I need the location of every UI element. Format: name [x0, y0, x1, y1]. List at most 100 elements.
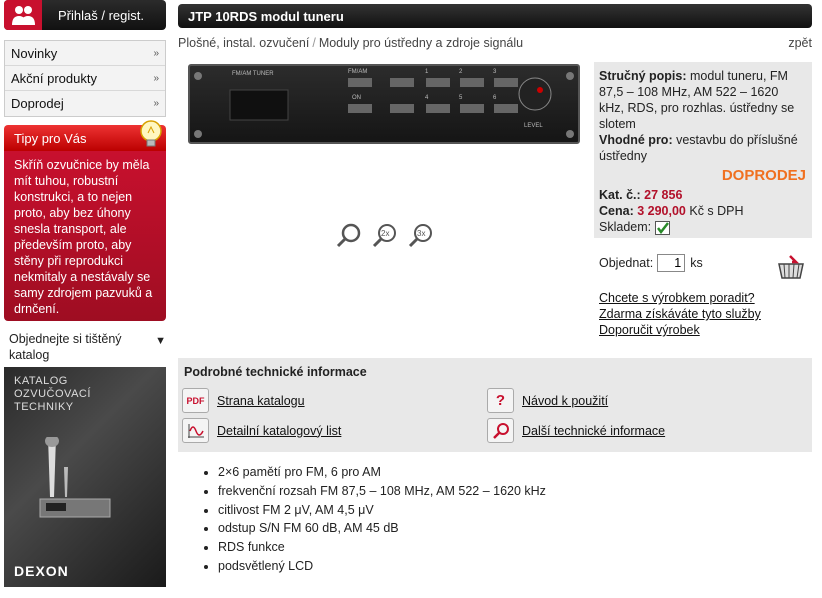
catalog-order-label: Objednejte si tištěný katalog [9, 332, 122, 362]
login-link[interactable]: Přihlaš / regist. [42, 8, 144, 23]
preset-label: 1 [425, 69, 429, 75]
double-chevron-icon: » [153, 98, 158, 109]
suitable-for-label: Vhodné pro: [599, 133, 673, 147]
stock: Skladem: [599, 219, 806, 235]
price-suffix: Kč s DPH [689, 204, 744, 218]
recommend-link[interactable]: Doporučit výrobek [599, 322, 812, 338]
product-links: Chcete s výrobkem poradit? Zdarma získáv… [594, 290, 812, 338]
short-description-label: Stručný popis: [599, 69, 687, 83]
product-detail: FM/AM TUNER FM/AM ON 1 2 3 4 5 6 LEVEL 2… [178, 62, 812, 352]
technical-info-title: Podrobné technické informace [184, 365, 367, 379]
order-label: Objednat: [599, 256, 654, 270]
product-info-panel: Stručný popis: modul tuneru, FM 87,5 – 1… [594, 62, 812, 338]
list-item: odstup S/N FM 60 dB, AM 45 dB [202, 519, 546, 538]
price: Cena: 3 290,00 Kč s DPH [599, 203, 806, 219]
magnifier-icon [487, 418, 514, 443]
technical-info-box: Podrobné technické informace PDF Strana … [178, 358, 812, 452]
breadcrumb: Plošné, instal. ozvučení / Moduly pro ústř… [178, 36, 812, 50]
price-label: Cena: [599, 204, 634, 218]
tips-title: Tipy pro Vás [14, 130, 87, 146]
list-item: RDS funkce [202, 538, 546, 557]
datasheet-link[interactable]: Detailní katalogový list [217, 424, 341, 438]
product-title: JTP 10RDS modul tuneru [178, 4, 812, 28]
microphone-receiver-graphic [39, 437, 111, 518]
more-tech-info-link[interactable]: Další technické informace [522, 424, 665, 438]
in-stock-check-icon [654, 220, 670, 235]
breadcrumb-link[interactable]: Moduly pro ústředny a zdroje signálu [319, 36, 523, 50]
waveform-icon [182, 418, 209, 443]
zoom-2x-icon[interactable]: 2x [372, 222, 398, 248]
catalog-image-line: KATALOG [14, 375, 68, 387]
tips-text: Skříň ozvučnice by měla mít tuhou, robus… [4, 151, 166, 321]
product-photo-area: FM/AM TUNER FM/AM ON 1 2 3 4 5 6 LEVEL 2… [178, 62, 598, 352]
lightbulb-icon [140, 120, 162, 147]
add-to-cart-icon[interactable] [776, 254, 806, 284]
panel-label: FM/AM TUNER [232, 71, 274, 77]
product-photo[interactable]: FM/AM TUNER FM/AM ON 1 2 3 4 5 6 LEVEL [188, 64, 580, 144]
breadcrumb-separator: / [312, 36, 316, 50]
preset-label: 6 [493, 95, 497, 101]
tips-header: Tipy pro Vás [4, 120, 166, 151]
breadcrumb-link[interactable]: Plošné, instal. ozvučení [178, 36, 309, 50]
free-services-link[interactable]: Zdarma získáváte tyto služby [599, 306, 812, 322]
zoom-2x-label: 2x [381, 229, 389, 238]
left-sidebar: Přihlaš / regist. Novinky » Akční produkt… [4, 0, 166, 587]
datasheet-row[interactable]: Detailní katalogový list [182, 418, 341, 443]
short-description: Stručný popis: modul tuneru, FM 87,5 – 1… [599, 68, 806, 132]
pdf-icon-text: PDF [186, 395, 205, 406]
double-chevron-icon: » [153, 72, 158, 84]
more-tech-info-row[interactable]: Další technické informace [487, 418, 665, 443]
users-icon [4, 0, 42, 30]
sidebar-item-doprodej[interactable]: Doprodej » [5, 91, 165, 116]
zoom-3x-icon[interactable]: 3x [408, 222, 434, 248]
quantity-input[interactable] [657, 254, 686, 272]
catalog-number-label: Kat. č.: [599, 188, 641, 202]
spec-list: 2×6 pamětí pro FM, 6 pro AM frekvenční r… [202, 463, 546, 576]
manual-link[interactable]: Návod k použití [522, 394, 608, 408]
main-content: JTP 10RDS modul tuneru Plošné, instal. o… [178, 4, 812, 352]
list-item: citlivost FM 2 μV, AM 4,5 μV [202, 501, 546, 520]
sidebar-menu: Novinky » Akční produkty » Doprodej » [4, 40, 166, 117]
catalog-image-text: KATALOG OZVUČOVACÍ TECHNIKY [14, 375, 91, 414]
zoom-icon[interactable] [336, 222, 362, 248]
fmam-label: FM/AM [348, 69, 368, 75]
preset-label: 5 [459, 95, 463, 101]
list-item: 2×6 pamětí pro FM, 6 pro AM [202, 463, 546, 482]
suitable-for: Vhodné pro: vestavbu do příslušné ústřed… [599, 132, 806, 164]
catalog-image[interactable]: KATALOG OZVUČOVACÍ TECHNIKY DEXON [4, 367, 166, 587]
preset-label: 2 [459, 69, 463, 75]
help-icon-text: ? [495, 392, 506, 409]
catalog-number: Kat. č.: 27 856 [599, 187, 806, 203]
level-label: LEVEL [524, 123, 543, 129]
preset-label: 4 [425, 95, 429, 101]
double-chevron-icon: » [153, 47, 158, 59]
on-label: ON [352, 95, 361, 101]
zoom-3x-label: 3x [417, 229, 425, 238]
catalog-page-row[interactable]: PDF Strana katalogu [182, 388, 305, 413]
sidebar-item-novinky[interactable]: Novinky » [5, 41, 165, 66]
list-item: frekvenční rozsah FM 87,5 – 108 MHz, AM … [202, 482, 546, 501]
advice-link[interactable]: Chcete s výrobkem poradit? [599, 290, 812, 306]
sidebar-item-label: Doprodej [11, 96, 64, 111]
manual-row[interactable]: ? Návod k použití [487, 388, 608, 413]
catalog-page-link[interactable]: Strana katalogu [217, 394, 305, 408]
catalog-number-value: 27 856 [644, 188, 683, 202]
catalog-image-line: OZVUČOVACÍ [14, 388, 91, 400]
list-item: podsvětlený LCD [202, 557, 546, 576]
pdf-icon: PDF [182, 388, 209, 413]
help-icon: ? [487, 388, 514, 413]
dexon-logo: DEXON [14, 563, 69, 579]
triangle-down-icon: ▼ [155, 335, 166, 347]
product-summary: Stručný popis: modul tuneru, FM 87,5 – 1… [594, 62, 812, 238]
preset-label: 3 [493, 69, 497, 75]
login-bar[interactable]: Přihlaš / regist. [4, 0, 166, 30]
sidebar-item-label: Akční produkty [11, 70, 97, 86]
back-link[interactable]: zpět [788, 36, 812, 50]
catalog-order-toggle[interactable]: Objednejte si tištěný katalog ▼ [4, 331, 166, 363]
sidebar-item-label: Novinky [11, 45, 58, 61]
order-unit: ks [690, 256, 703, 270]
price-value: 3 290,00 [637, 204, 686, 218]
sidebar-item-akcni-produkty[interactable]: Akční produkty » [5, 66, 165, 91]
zoom-controls: 2x 3x [336, 222, 434, 248]
status-badge: DOPRODEJ [721, 167, 806, 184]
